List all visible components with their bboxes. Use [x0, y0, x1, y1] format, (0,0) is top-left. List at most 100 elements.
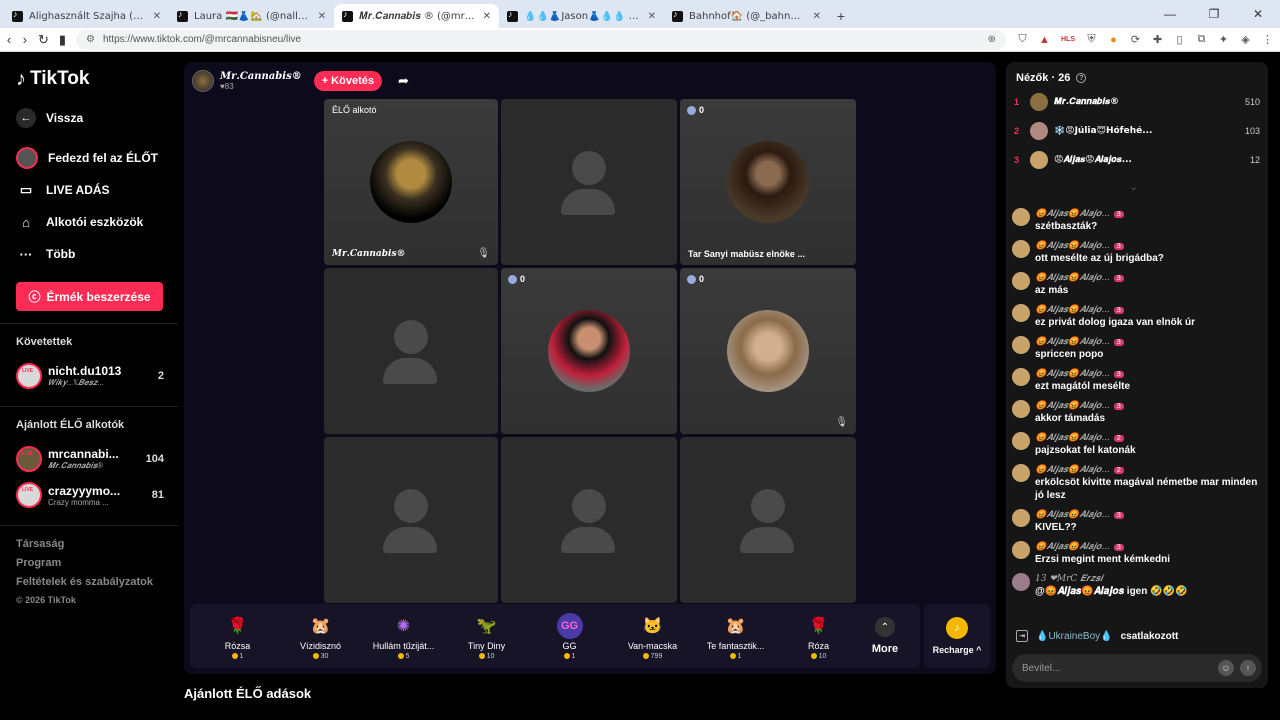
browser-tab-active[interactable]: 𝑴𝒓.𝑪𝒂𝒏𝒏𝒂𝒃𝒊𝒔 ® (@mrcan ✕	[334, 4, 499, 28]
avatar[interactable]	[1012, 240, 1030, 258]
chat-username[interactable]: 😡𝑨𝒍𝒋𝒂𝒔😡𝑨𝒍𝒂𝒋𝒐... 3	[1035, 208, 1262, 220]
recharge-button[interactable]: ♪ Recharge ^	[924, 604, 990, 668]
extension-icon[interactable]: ⛨	[1085, 33, 1098, 46]
restore-icon[interactable]: ❐	[1192, 0, 1236, 28]
chat-username[interactable]: 😡𝑨𝒍𝒋𝒂𝒔😡𝑨𝒍𝒂𝒋𝒐... 3	[1035, 541, 1262, 553]
sidebar-icon[interactable]: ▯	[1173, 33, 1186, 46]
empty-seat[interactable]	[501, 437, 677, 603]
emoji-icon[interactable]: ☺	[1218, 660, 1234, 676]
chat-username[interactable]: 😡𝑨𝒍𝒋𝒂𝒔😡𝑨𝒍𝒂𝒋𝒐... 3	[1035, 304, 1262, 316]
close-icon[interactable]: ✕	[648, 11, 656, 22]
avatar[interactable]	[1012, 368, 1030, 386]
footer-link-program[interactable]: Program	[16, 557, 164, 569]
browser-tab[interactable]: Alighasznált Szajha (@feherfa ✕	[4, 4, 169, 28]
refresh-ext-icon[interactable]: ⟳	[1129, 33, 1142, 46]
nav-more[interactable]: ··· Több	[16, 238, 164, 270]
hls-icon[interactable]: HLS	[1060, 36, 1076, 43]
close-icon[interactable]: ✕	[483, 11, 491, 22]
guest-cell[interactable]: 0 🎙	[680, 268, 856, 434]
browser-tab[interactable]: Bahnhof🏠 (@_bahnhof1.0) ÉLŐ adá ✕	[664, 4, 829, 28]
avatar[interactable]	[1012, 272, 1030, 290]
puzzle-icon[interactable]: ✚	[1151, 33, 1164, 46]
bookmark-icon[interactable]: ▮	[59, 32, 66, 48]
guest-cell[interactable]: 0	[501, 268, 677, 434]
forward-icon[interactable]: ›	[22, 32, 28, 47]
tiktok-logo[interactable]: ♪ TikTok	[16, 66, 164, 92]
chevron-down-icon[interactable]: ⌄	[1130, 182, 1138, 193]
join-user[interactable]: 💧UkraineBoy💧	[1036, 631, 1113, 642]
sparkle-icon[interactable]: ✦	[1217, 33, 1230, 46]
chat-username[interactable]: 😡𝑨𝒍𝒋𝒂𝒔😡𝑨𝒍𝒂𝒋𝒐... 3	[1035, 368, 1262, 380]
chat-input[interactable]	[1022, 662, 1212, 674]
chat-username[interactable]: 😡𝑨𝒍𝒋𝒂𝒔😡𝑨𝒍𝒂𝒋𝒐... 3	[1035, 240, 1262, 252]
close-icon[interactable]: ✕	[318, 11, 326, 22]
triangle-icon[interactable]: ▲	[1038, 34, 1051, 46]
followed-account[interactable]: nicht.du1013𝑾𝒊𝒌𝒚..𝕏𝑩𝒆𝒔𝒛... 2	[16, 358, 164, 394]
brave-shield-icon[interactable]: ◈	[1239, 33, 1252, 46]
recommended-account[interactable]: crazyyymo...Crazy momma ... 81	[16, 477, 164, 513]
avatar[interactable]	[1012, 541, 1030, 559]
reload-icon[interactable]: ↻	[38, 32, 49, 48]
avatar[interactable]	[1012, 400, 1030, 418]
share-icon[interactable]: ➦	[398, 73, 409, 89]
streamer-name[interactable]: 𝑴𝒓.𝑪𝒂𝒏𝒏𝒂𝒃𝒊𝒔®	[220, 71, 302, 82]
empty-seat[interactable]	[680, 437, 856, 603]
footer-link-terms[interactable]: Feltételek és szabályzatok	[16, 576, 164, 588]
chat-username[interactable]: 😡𝑨𝒍𝒋𝒂𝒔😡𝑨𝒍𝒂𝒋𝒐... 3	[1035, 400, 1262, 412]
chat-username[interactable]: 😡𝑨𝒍𝒋𝒂𝒔😡𝑨𝒍𝒂𝒋𝒐... 2	[1035, 432, 1262, 444]
shield-icon[interactable]: ⛉	[1016, 33, 1029, 46]
guest-cell[interactable]: 0 Tar Sanyi mabüsz elnöke ...	[680, 99, 856, 265]
close-window-icon[interactable]: ✕	[1236, 0, 1280, 28]
avatar[interactable]	[1012, 573, 1030, 591]
avatar[interactable]	[1012, 464, 1030, 482]
gift-gg[interactable]: GG GG 1	[528, 606, 611, 666]
help-icon[interactable]: ?	[1076, 73, 1087, 83]
viewers-header[interactable]: Nézők · 26?	[1016, 72, 1087, 84]
close-icon[interactable]: ✕	[813, 11, 821, 22]
chat-username[interactable]: 😡𝑨𝒍𝒋𝒂𝒔😡𝑨𝒍𝒂𝒋𝒐... 2	[1035, 464, 1262, 476]
chat-username[interactable]: 😡𝑨𝒍𝒋𝒂𝒔😡𝑨𝒍𝒂𝒋𝒐... 3	[1035, 509, 1262, 521]
more-gifts-button[interactable]: ⌃ More	[860, 606, 910, 666]
gift-hamster[interactable]: 🐹 Te fantasztik... 1	[694, 606, 777, 666]
send-icon[interactable]: ↑	[1240, 660, 1256, 676]
streamer-avatar[interactable]	[192, 70, 214, 92]
back-link[interactable]: ← Vissza	[16, 102, 164, 134]
gift-rose-2[interactable]: 🌹 Róza 10	[777, 606, 860, 666]
avatar[interactable]	[1012, 304, 1030, 322]
avatar[interactable]	[1012, 336, 1030, 354]
browser-tab[interactable]: 💧💧👗Jason👗💧💧 (@jason_samara ✕	[499, 4, 664, 28]
gift-dino[interactable]: 🦖 Tiny Diny 10	[445, 606, 528, 666]
minimize-icon[interactable]: —	[1148, 0, 1192, 28]
footer-link-company[interactable]: Társaság	[16, 538, 164, 550]
site-info-icon[interactable]: ⚙	[86, 34, 95, 45]
top-viewer[interactable]: 1 𝑴𝒓.𝑪𝒂𝒏𝒏𝒂𝒃𝒊𝒔® 510	[1014, 92, 1260, 112]
menu-icon[interactable]: ⋮	[1261, 33, 1274, 46]
nav-explore-live[interactable]: Fedezd fel az ÉLŐT	[16, 142, 164, 174]
empty-seat[interactable]	[501, 99, 677, 265]
gift-rose[interactable]: 🌹 Rózsa 1	[196, 606, 279, 666]
top-viewer[interactable]: 2 ❄️😡Júlia😇Hófehé... 103	[1014, 121, 1260, 141]
follow-button[interactable]: + Követés	[313, 71, 382, 91]
color-icon[interactable]: ●	[1107, 34, 1120, 46]
browser-tab[interactable]: Laura 🇭🇺👗🏡 (@nalla2635) ÉLŐ adá ✕	[169, 4, 334, 28]
nav-creator-tools[interactable]: ⌂ Alkotói eszközök	[16, 206, 164, 238]
chat-username[interactable]: 😡𝑨𝒍𝒋𝒂𝒔😡𝑨𝒍𝒂𝒋𝒐... 3	[1035, 272, 1262, 284]
gift-firework[interactable]: ✺ Hullám tűziját... 5	[362, 606, 445, 666]
host-cell[interactable]: ÉLŐ alkotó 𝑴𝒓.𝑪𝒂𝒏𝒏𝒂𝒃𝒊𝒔® 🎙	[324, 99, 498, 265]
new-tab-button[interactable]: +	[829, 4, 853, 28]
recommended-account[interactable]: mrcannabi...𝑴𝒓.𝑪𝒂𝒏𝒏𝒂𝒃𝒊𝒔® 104	[16, 441, 164, 477]
empty-seat[interactable]	[324, 268, 498, 434]
avatar[interactable]	[1012, 432, 1030, 450]
chat-username[interactable]: 😡𝑨𝒍𝒋𝒂𝒔😡𝑨𝒍𝒂𝒋𝒐... 3	[1035, 336, 1262, 348]
url-field[interactable]: ⚙ https://www.tiktok.com/@mrcannabisneu/…	[76, 29, 1006, 50]
back-icon[interactable]: ‹	[6, 32, 12, 47]
chat-username[interactable]: 13 ❤MrC 𝑬𝒓𝒛𝒔𝒊	[1035, 573, 1262, 585]
zoom-icon[interactable]: ⊕	[988, 34, 996, 45]
copy-icon[interactable]: ⧉	[1195, 33, 1208, 46]
gift-capybara[interactable]: 🐹 Vízidisznó 30	[279, 606, 362, 666]
empty-seat[interactable]	[324, 437, 498, 603]
avatar[interactable]	[1012, 208, 1030, 226]
nav-live[interactable]: ▭ LIVE ADÁS	[16, 174, 164, 206]
get-coins-button[interactable]: ⓒ Érmék beszerzése	[16, 282, 163, 311]
avatar[interactable]	[1012, 509, 1030, 527]
